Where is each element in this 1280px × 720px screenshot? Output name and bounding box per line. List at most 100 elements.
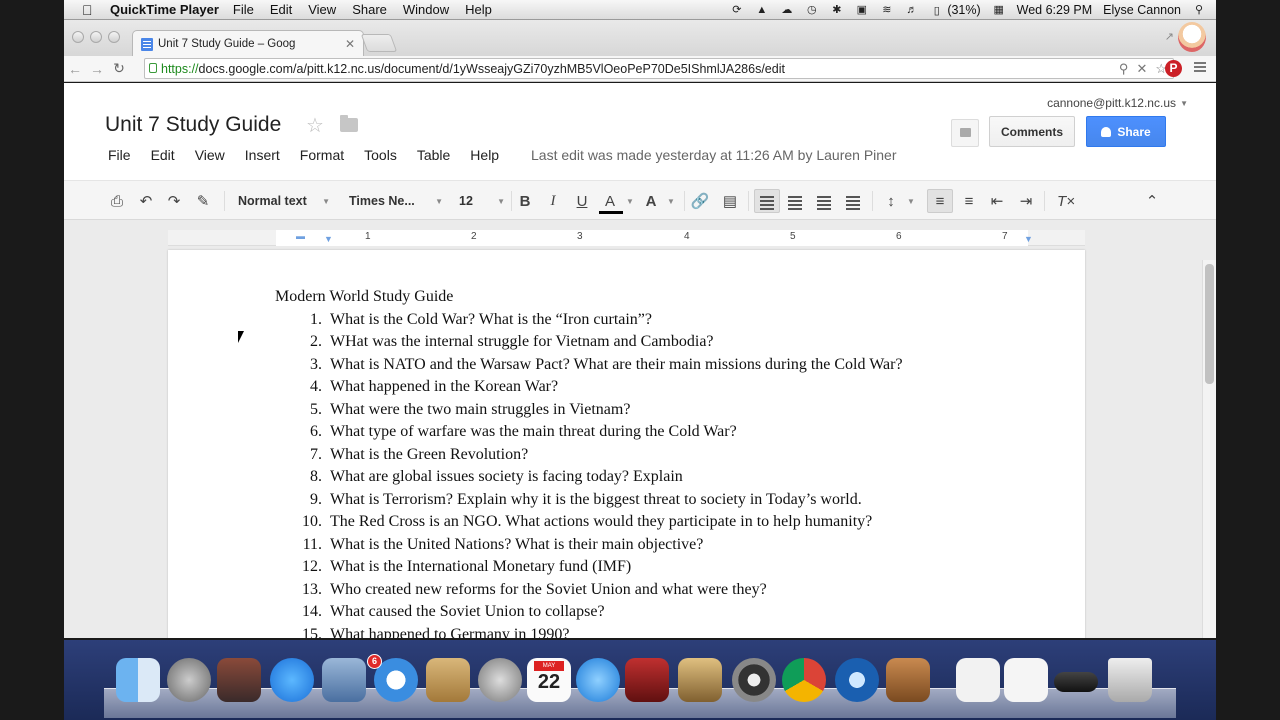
app-store-icon[interactable] — [270, 658, 314, 702]
collapse-toolbar-icon[interactable]: ⌃ — [1140, 189, 1164, 213]
app-name-menu[interactable]: QuickTime Player — [110, 2, 219, 17]
underline-button[interactable]: U — [571, 189, 593, 213]
back-arrow-icon[interactable]: ← — [64, 61, 86, 77]
print-icon[interactable]: ⎙ — [105, 189, 129, 213]
docs-menu-view[interactable]: View — [195, 147, 225, 163]
contacts-icon[interactable] — [426, 658, 470, 702]
insert-comment-icon[interactable]: ▤ — [718, 189, 742, 213]
vertical-scrollbar[interactable] — [1202, 260, 1216, 638]
justify-icon[interactable] — [841, 189, 865, 213]
system-preferences-icon[interactable] — [478, 658, 522, 702]
menubar-clock[interactable]: Wed 6:29 PM — [1017, 3, 1093, 17]
docs-menu-tools[interactable]: Tools — [364, 147, 397, 163]
line-spacing-icon[interactable]: ↕ — [879, 189, 903, 213]
undo-icon[interactable]: ↶ — [134, 189, 158, 213]
redo-icon[interactable]: ↷ — [162, 189, 186, 213]
mail-icon[interactable] — [322, 658, 366, 702]
display-icon[interactable]: ▣ — [855, 4, 869, 16]
comment-history-button[interactable] — [951, 119, 979, 147]
paragraph-style-dropdown[interactable]: Normal text ▼ — [234, 189, 330, 213]
chrome-icon[interactable] — [782, 658, 826, 702]
spotlight-search-icon[interactable]: ⚲ — [1192, 4, 1206, 16]
time-machine-icon[interactable]: ◷ — [805, 4, 819, 16]
ruler[interactable]: ▬ ▼ ▼ 1 2 3 4 5 6 7 — [168, 230, 1085, 246]
bulleted-list-icon[interactable]: ≡ — [957, 189, 981, 213]
itunes-icon[interactable] — [576, 658, 620, 702]
minimize-window-button[interactable] — [90, 31, 102, 43]
battery-status[interactable]: ▯ (31%) — [930, 3, 981, 17]
wifi-icon[interactable]: ≋ — [880, 4, 894, 16]
zoom-magnifier-icon[interactable]: ⚲ — [1119, 61, 1129, 77]
finder-icon[interactable] — [116, 658, 160, 702]
comments-button[interactable]: Comments — [989, 116, 1075, 147]
last-edit-link[interactable]: Last edit was made yesterday at 11:26 AM… — [531, 147, 897, 163]
sync-icon[interactable]: ⟳ — [730, 4, 744, 16]
quicktime-icon[interactable] — [835, 658, 879, 702]
reload-icon[interactable]: ↻ — [108, 60, 130, 77]
account-email[interactable]: cannone@pitt.k12.nc.us — [1047, 96, 1176, 110]
fullscreen-icon[interactable]: ↗ — [1165, 30, 1174, 43]
calendar-menu-icon[interactable]: ▦ — [992, 4, 1006, 16]
menu-view[interactable]: View — [308, 2, 336, 17]
bluetooth-icon[interactable]: ✱ — [830, 4, 844, 16]
docs-menu-insert[interactable]: Insert — [245, 147, 280, 163]
decrease-indent-icon[interactable]: ⇤ — [985, 189, 1009, 213]
increase-indent-icon[interactable]: ⇥ — [1014, 189, 1038, 213]
align-left-icon[interactable] — [754, 189, 780, 213]
document-page[interactable]: Modern World Study Guide 1. What is the C… — [168, 250, 1085, 638]
zoom-window-button[interactable] — [108, 31, 120, 43]
scrollbar-thumb[interactable] — [1205, 264, 1214, 384]
cloud-icon[interactable]: ☁ — [780, 4, 794, 16]
preview-icon[interactable] — [886, 658, 930, 702]
docs-menu-format[interactable]: Format — [300, 147, 344, 163]
screen-icon[interactable] — [1054, 672, 1098, 692]
text-color-button[interactable]: A — [597, 189, 623, 213]
numbered-list-icon[interactable]: ≡ — [927, 189, 953, 213]
docs-menu-table[interactable]: Table — [417, 147, 450, 163]
browser-tab-active[interactable]: Unit 7 Study Guide – Goog ✕ — [132, 30, 364, 57]
trash-icon[interactable] — [1108, 658, 1152, 702]
volume-icon[interactable]: ♬ — [905, 4, 919, 16]
chevron-down-icon[interactable]: ▼ — [623, 189, 637, 213]
share-button[interactable]: Share — [1086, 116, 1166, 147]
calendar-icon[interactable]: MAY 22 — [527, 658, 571, 702]
menubar-user[interactable]: Elyse Cannon — [1103, 3, 1181, 17]
pages-icon[interactable] — [1004, 658, 1048, 702]
font-dropdown[interactable]: Times Ne... ▼ — [345, 189, 443, 213]
docs-menu-file[interactable]: File — [108, 147, 131, 163]
clear-formatting-icon[interactable]: T× — [1054, 189, 1078, 213]
menu-file[interactable]: File — [233, 2, 254, 17]
clear-x-icon[interactable]: ✕ — [1136, 61, 1147, 77]
close-window-button[interactable] — [72, 31, 84, 43]
chevron-down-icon[interactable]: ▼ — [664, 189, 678, 213]
folder-icon[interactable] — [340, 115, 358, 132]
photo-booth-icon[interactable] — [217, 658, 261, 702]
documents-icon[interactable] — [956, 658, 1000, 702]
align-right-icon[interactable] — [812, 189, 836, 213]
docs-menu-help[interactable]: Help — [470, 147, 499, 163]
first-line-indent-marker[interactable]: ▬ — [296, 231, 305, 241]
menu-share[interactable]: Share — [352, 2, 387, 17]
bold-button[interactable]: B — [514, 189, 536, 213]
address-bar[interactable]: https:// docs.google.com/a/pitt.k12.nc.u… — [144, 58, 1174, 79]
new-tab-button[interactable] — [360, 34, 398, 52]
apple-menu-icon[interactable]:  — [82, 2, 98, 18]
tab-close-icon[interactable]: ✕ — [345, 37, 355, 51]
profile-avatar[interactable] — [1178, 22, 1206, 52]
insert-link-icon[interactable]: 🔗 — [688, 189, 712, 213]
menu-help[interactable]: Help — [465, 2, 492, 17]
paint-format-icon[interactable]: ✎ — [191, 189, 215, 213]
italic-button[interactable]: I — [542, 189, 564, 213]
star-icon[interactable]: ☆ — [306, 113, 324, 138]
highlight-color-button[interactable]: A — [640, 189, 662, 213]
right-indent-marker[interactable]: ▼ — [1024, 234, 1033, 244]
photo-slideshow-icon[interactable] — [625, 658, 669, 702]
font-size-dropdown[interactable]: 12 ▼ — [455, 189, 505, 213]
forward-arrow-icon[interactable]: → — [86, 61, 108, 77]
menu-edit[interactable]: Edit — [270, 2, 292, 17]
docs-menu-edit[interactable]: Edit — [151, 147, 175, 163]
iphoto-icon[interactable] — [678, 658, 722, 702]
account-caret-icon[interactable]: ▼ — [1180, 99, 1188, 108]
menu-window[interactable]: Window — [403, 2, 449, 17]
chevron-down-icon[interactable]: ▼ — [904, 189, 918, 213]
